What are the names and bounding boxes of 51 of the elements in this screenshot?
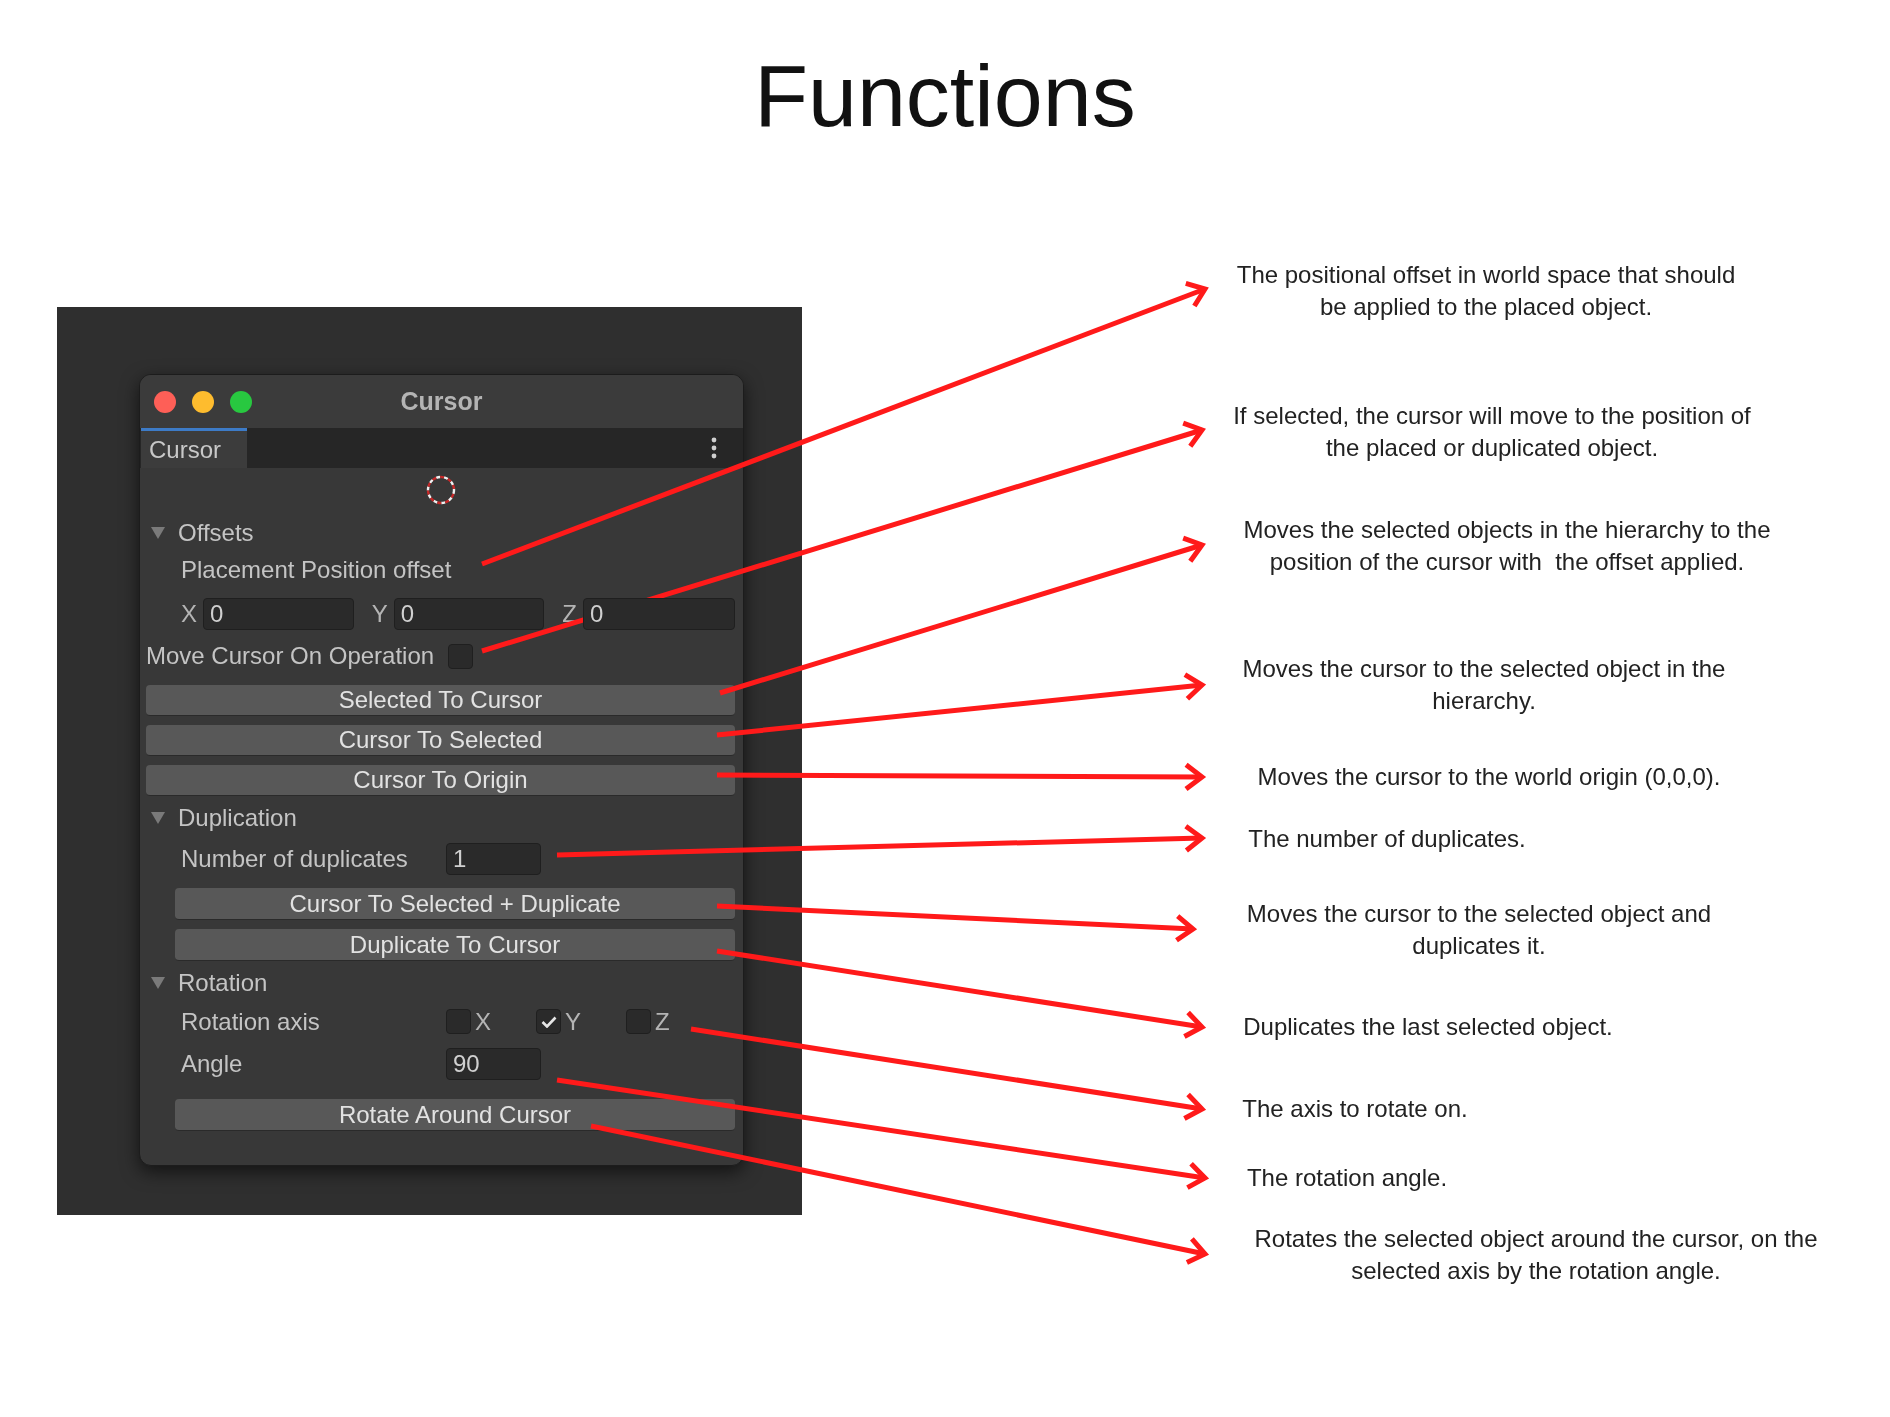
callout-text: Moves the cursor to the world origin (0,0,0). xyxy=(1257,762,1721,792)
field-label: Placement Position offset xyxy=(181,556,452,584)
callout-text: Rotates the selected object around the cursor, on the selected axis by the rotation angle. xyxy=(1254,1224,1818,1286)
dashed-circle-icon xyxy=(424,473,457,506)
callout-text: Moves the cursor to the selected object in the hierarchy. xyxy=(1242,654,1726,716)
number-field[interactable]: 0 xyxy=(393,598,545,630)
number-field[interactable]: 90 xyxy=(446,1048,541,1080)
section-header[interactable]: Duplication xyxy=(178,804,297,832)
section-header[interactable]: Offsets xyxy=(178,519,254,547)
action-button[interactable]: Cursor To Origin xyxy=(146,765,735,796)
callout-text: Duplicates the last selected object. xyxy=(1243,1012,1613,1042)
disclosure-triangle-icon[interactable] xyxy=(151,977,165,989)
field-label: Angle xyxy=(181,1050,243,1078)
action-button[interactable]: Rotate Around Cursor xyxy=(175,1099,735,1131)
callout-text: The rotation angle. xyxy=(1246,1163,1448,1193)
callout-text: Moves the cursor to the selected object and duplicates it. xyxy=(1246,899,1712,961)
callout-text: Moves the selected objects in the hierarchy to the position of the cursor with the offset applied. xyxy=(1243,515,1771,577)
action-button[interactable]: Duplicate To Cursor xyxy=(175,929,735,961)
checkbox[interactable] xyxy=(446,1009,471,1035)
axis-label: Y xyxy=(371,600,388,628)
checkbox[interactable] xyxy=(536,1009,561,1035)
action-button[interactable]: Cursor To Selected xyxy=(146,725,735,756)
disclosure-triangle-icon[interactable] xyxy=(151,527,165,539)
axis-label: X xyxy=(475,1008,491,1036)
check-icon xyxy=(540,1016,557,1028)
window-title: Cursor xyxy=(400,387,483,416)
callout-text: The number of duplicates. xyxy=(1248,824,1526,854)
callout-text: The positional offset in world space that should be applied to the placed object. xyxy=(1236,260,1736,322)
action-button[interactable]: Cursor To Selected + Duplicate xyxy=(175,888,735,920)
axis-label: Z xyxy=(655,1008,670,1036)
disclosure-triangle-icon[interactable] xyxy=(151,812,165,824)
number-field[interactable]: 1 xyxy=(446,843,541,875)
callout-text: The axis to rotate on. xyxy=(1242,1094,1468,1124)
number-field[interactable]: 0 xyxy=(203,598,354,630)
more-options-icon[interactable] xyxy=(711,437,717,459)
page-heading: Functions xyxy=(754,52,1136,140)
tab[interactable]: Cursor xyxy=(141,428,247,468)
number-field[interactable]: 0 xyxy=(583,598,735,630)
window-close-button[interactable] xyxy=(154,390,176,413)
window-minimize-button[interactable] xyxy=(192,390,214,413)
field-label: Number of duplicates xyxy=(181,845,408,873)
window-zoom-button[interactable] xyxy=(230,390,252,413)
field-label: Rotation axis xyxy=(181,1008,320,1036)
action-button[interactable]: Selected To Cursor xyxy=(146,685,735,716)
section-header[interactable]: Rotation xyxy=(178,969,268,997)
callout-text: If selected, the cursor will move to the position of the placed or duplicated object. xyxy=(1233,401,1751,463)
checkbox[interactable] xyxy=(626,1009,651,1035)
field-label: Move Cursor On Operation xyxy=(146,642,435,670)
checkbox[interactable] xyxy=(448,643,473,669)
axis-label: Y xyxy=(565,1008,581,1036)
axis-label: X xyxy=(181,600,197,628)
